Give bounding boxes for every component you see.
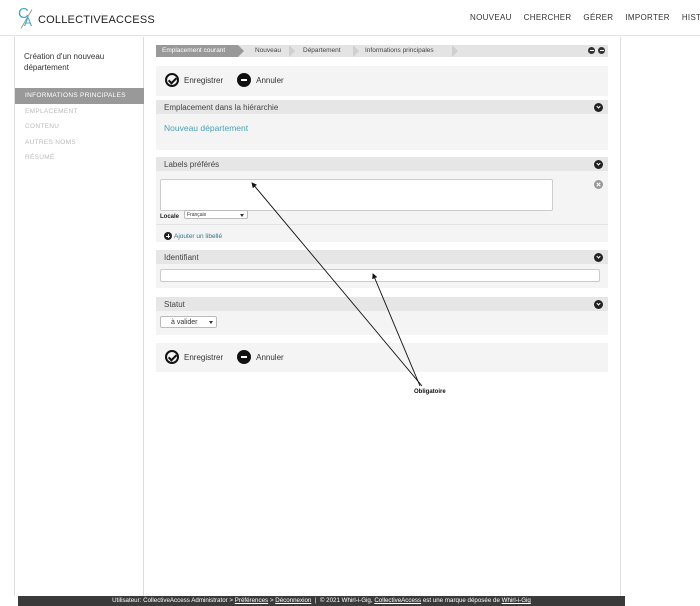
chevron-down-icon[interactable] <box>594 253 603 262</box>
footer-copyright: © 2021 Whirl-i-Gig, <box>319 597 373 604</box>
sidebar-item-resume[interactable]: RÉSUMÉ <box>15 150 144 166</box>
chevron-down-icon[interactable] <box>594 103 603 112</box>
breadcrumb-emplacement-courant[interactable]: Emplacement courant <box>156 45 238 57</box>
sidebar-item-contenu[interactable]: CONTENU <box>15 119 144 135</box>
footer-logout-link[interactable]: Déconnexion <box>275 597 311 604</box>
save-label: Enregistrer <box>184 75 224 85</box>
cancel-label: Annuler <box>256 75 284 85</box>
sidebar-menu: INFORMATIONS PRINCIPALES EMPLACEMENT CON… <box>15 88 144 166</box>
bottom-actions: Enregistrer Annuler <box>165 350 298 364</box>
add-label-link[interactable]: Ajouter un libellé <box>164 232 222 240</box>
top-action-bar: Enregistrer Annuler <box>156 66 608 96</box>
footer-ca-link[interactable]: CollectiveAccess <box>374 597 421 604</box>
hierarchy-section: Emplacement dans la hiérarchie Nouveau d… <box>156 100 608 150</box>
identifier-header: Identifiant <box>156 250 608 264</box>
preferred-label-input[interactable] <box>160 179 553 211</box>
logo-mark-a: A <box>24 15 33 29</box>
preferred-labels-section: Labels préférés Locale Français Ajouter … <box>156 157 608 242</box>
footer: Utilisateur: CollectiveAccess Administra… <box>18 596 625 606</box>
minus-circle-icon <box>237 73 252 87</box>
dropdown-arrow-icon <box>209 321 213 324</box>
nav-importer[interactable]: IMPORTER <box>625 13 669 22</box>
cancel-button-top[interactable]: Annuler <box>237 73 284 87</box>
cancel-label: Annuler <box>256 352 284 362</box>
breadcrumb: Emplacement courant Nouveau Département … <box>156 45 608 57</box>
locale-label: Locale <box>160 214 180 220</box>
nav-gerer[interactable]: GÉRER <box>583 13 613 22</box>
identifier-title: Identifiant <box>164 253 199 262</box>
app-header: C A COLLECTIVEACCESS NOUVEAU CHERCHER GÉ… <box>0 0 700 36</box>
sidebar-item-emplacement[interactable]: EMPLACEMENT <box>15 104 144 120</box>
dropdown-arrow-icon <box>240 213 244 217</box>
cancel-button-bottom[interactable]: Annuler <box>237 350 284 364</box>
collapse-all-icon[interactable] <box>588 47 595 54</box>
check-circle-icon <box>165 350 179 364</box>
breadcrumb-separator <box>289 45 295 57</box>
labels-header: Labels préférés <box>156 157 608 171</box>
breadcrumb-informations-principales[interactable]: Informations principales <box>365 45 434 57</box>
footer-user: Utilisateur: CollectiveAccess Administra… <box>112 597 234 604</box>
check-circle-icon <box>165 73 179 87</box>
breadcrumb-separator <box>353 45 359 57</box>
content-right-border <box>620 37 621 596</box>
top-actions: Enregistrer Annuler <box>165 73 298 87</box>
sidebar-title: Création d'un nouveau département <box>24 52 105 72</box>
breadcrumb-controls <box>585 47 605 54</box>
nav-nouveau[interactable]: NOUVEAU <box>470 13 512 22</box>
footer-pipe: | <box>314 597 317 604</box>
remove-label-icon[interactable] <box>594 180 603 189</box>
logo-mark: C A <box>18 6 36 30</box>
labels-divider <box>156 224 608 225</box>
nav-historique[interactable]: HISTORI <box>682 13 700 22</box>
left-sidebar: Création d'un nouveau département INFORM… <box>14 37 144 596</box>
status-select-value: à valider <box>171 319 198 326</box>
identifier-section: Identifiant <box>156 250 608 288</box>
logo-text: COLLECTIVEACCESS <box>38 13 155 26</box>
status-header: Statut <box>156 297 608 311</box>
status-select[interactable]: à valider <box>160 316 217 328</box>
expand-all-icon[interactable] <box>598 47 605 54</box>
status-title: Statut <box>164 300 185 309</box>
footer-separator: > <box>269 597 274 604</box>
chevron-down-icon[interactable] <box>594 300 603 309</box>
nav-chercher[interactable]: CHERCHER <box>524 13 572 22</box>
bottom-action-bar: Enregistrer Annuler <box>156 343 608 372</box>
breadcrumb-departement[interactable]: Département <box>303 45 341 57</box>
save-label: Enregistrer <box>184 352 224 362</box>
sidebar-item-informations-principales[interactable]: INFORMATIONS PRINCIPALES <box>15 88 144 104</box>
hierarchy-title: Emplacement dans la hiérarchie <box>164 103 279 112</box>
plus-circle-icon <box>164 232 172 240</box>
breadcrumb-separator <box>452 45 458 57</box>
collectiveaccess-logo[interactable]: C A COLLECTIVEACCESS <box>18 6 155 30</box>
identifier-input[interactable] <box>160 269 600 282</box>
hierarchy-value: Nouveau département <box>164 123 249 133</box>
locale-select[interactable]: Français <box>184 210 248 219</box>
breadcrumb-separator <box>238 45 244 57</box>
save-button-top[interactable]: Enregistrer <box>165 73 223 87</box>
top-navigation: NOUVEAU CHERCHER GÉRER IMPORTER HISTORI <box>470 13 700 22</box>
footer-wig-link[interactable]: Whirl-i-Gig <box>502 597 531 604</box>
status-section: Statut à valider <box>156 297 608 335</box>
sidebar-item-autres-noms[interactable]: AUTRES NOMS <box>15 135 144 151</box>
footer-preferences-link[interactable]: Préférences <box>235 597 268 604</box>
labels-title: Labels préférés <box>164 160 220 169</box>
hierarchy-header: Emplacement dans la hiérarchie <box>156 100 608 114</box>
minus-circle-icon <box>237 350 252 364</box>
locale-select-value: Français <box>187 212 207 218</box>
add-label-text: Ajouter un libellé <box>174 232 223 240</box>
mandatory-annotation: Obligatoire <box>414 389 446 395</box>
footer-trademark: est une marque déposée de <box>422 597 500 604</box>
breadcrumb-nouveau[interactable]: Nouveau <box>255 45 281 57</box>
save-button-bottom[interactable]: Enregistrer <box>165 350 223 364</box>
chevron-down-icon[interactable] <box>594 160 603 169</box>
